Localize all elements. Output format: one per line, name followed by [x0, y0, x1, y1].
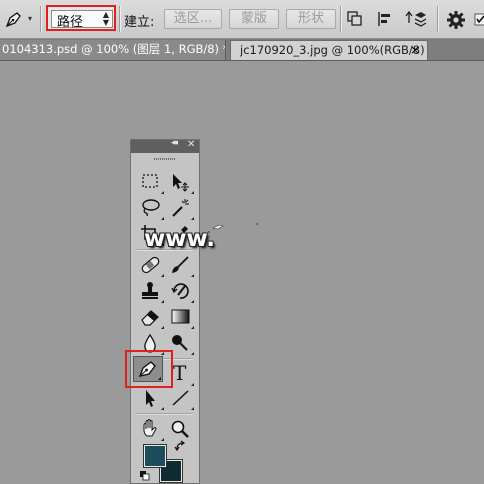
move-tool[interactable] — [168, 170, 194, 194]
tab-document-jpg[interactable]: jc170920_3.jpg @ 100%(RGB/8) × — [230, 40, 428, 60]
tool-mode-value: 路径 — [57, 15, 84, 30]
drag-grip[interactable] — [154, 158, 176, 160]
brush-tool[interactable] — [168, 253, 194, 277]
pen-icon — [5, 12, 21, 28]
divider — [437, 6, 439, 32]
make-label: 建立: — [124, 15, 155, 30]
make-selection-button[interactable]: 选区... — [164, 9, 222, 29]
marquee-tool[interactable] — [138, 170, 164, 194]
type-tool-icon: T — [173, 361, 187, 385]
history-brush-tool[interactable] — [168, 279, 194, 303]
lasso-tool[interactable] — [138, 196, 164, 220]
divider — [340, 6, 342, 32]
gradient-tool[interactable] — [168, 305, 194, 329]
tools-panel-header[interactable]: ◂◂ ✕ — [131, 138, 199, 153]
close-icon[interactable]: × — [410, 41, 420, 60]
eraser-tool[interactable] — [138, 305, 164, 329]
hand-tool[interactable] — [138, 417, 164, 441]
checkbox-icon[interactable] — [474, 13, 484, 27]
magic-wand-tool[interactable] — [168, 196, 194, 220]
clone-stamp-tool[interactable] — [138, 279, 164, 303]
divider — [40, 6, 42, 32]
path-alignment-icon[interactable] — [376, 10, 394, 28]
tab-label: 0104313.psd @ 100% (图层 1, RGB/8) * — [2, 42, 226, 56]
gear-icon[interactable] — [446, 10, 466, 30]
chevron-down-icon: ▾ — [28, 14, 33, 23]
close-icon[interactable]: ✕ — [187, 139, 195, 150]
tab-label: jc170920_3.jpg @ 100%(RGB/8) — [240, 43, 425, 57]
healing-brush-tool[interactable] — [138, 253, 164, 277]
divider — [137, 413, 193, 415]
path-selection-tool[interactable] — [138, 386, 164, 410]
make-mask-button[interactable]: 蒙版 — [229, 9, 279, 29]
path-operations-icon[interactable] — [346, 10, 364, 28]
default-colors-icon[interactable] — [140, 471, 150, 481]
divider — [119, 6, 121, 32]
tab-document-psd[interactable]: 0104313.psd @ 100% (图层 1, RGB/8) * — [0, 40, 226, 60]
pen-tool-highlight — [125, 350, 173, 388]
up-down-arrows-icon: ▲ ▼ — [102, 10, 109, 27]
foreground-color-swatch-front[interactable] — [143, 444, 167, 468]
magnifier-icon — [171, 420, 189, 438]
options-bar: ▾ 路径 ▲ ▼ 建立: 选区... 蒙版 形状 — [0, 0, 484, 39]
tools-panel: ◂◂ ✕ T — [130, 138, 200, 484]
line-tool[interactable] — [168, 386, 194, 410]
document-tab-bar: 0104313.psd @ 100% (图层 1, RGB/8) * jc170… — [0, 39, 484, 61]
path-arrangement-icon[interactable] — [405, 9, 427, 29]
make-shape-button[interactable]: 形状 — [286, 9, 336, 29]
zoom-tool[interactable] — [168, 417, 194, 441]
tool-mode-select[interactable]: 路径 ▲ ▼ — [46, 5, 116, 31]
tool-preset-picker[interactable]: ▾ — [2, 8, 36, 30]
swap-colors-icon[interactable] — [174, 440, 186, 452]
collapse-icon[interactable]: ◂◂ — [171, 138, 178, 148]
watermark-text: www. — [144, 226, 216, 252]
